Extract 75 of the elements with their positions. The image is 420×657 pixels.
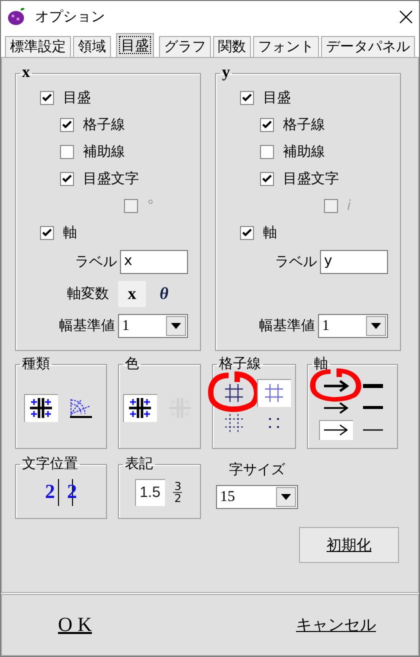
group-title: 格子線 — [218, 357, 262, 371]
line-icon — [362, 428, 382, 430]
tab[interactable]: グラフ — [159, 36, 211, 57]
checkbox[interactable] — [240, 226, 254, 240]
checkbox-label: 目盛文字 — [83, 170, 139, 188]
field-label: 幅基準値 — [59, 317, 115, 335]
check-icon — [262, 120, 272, 129]
checkbox[interactable] — [240, 90, 254, 104]
checkbox-label: ° — [147, 198, 154, 214]
checkbox[interactable] — [40, 226, 54, 240]
field-label: ラベル — [275, 253, 317, 271]
field-label: ラベル — [75, 253, 117, 271]
group-title: 軸 — [313, 357, 329, 371]
cancel-button[interactable]: キャンセル — [296, 614, 376, 636]
dropdown-arrow-icon — [281, 494, 291, 500]
style-option[interactable] — [24, 394, 58, 422]
tab[interactable]: 目盛 — [116, 33, 154, 57]
dropdown-arrow-icon — [171, 323, 181, 329]
field-label: 字サイズ — [229, 461, 285, 479]
checkbox[interactable] — [60, 118, 74, 132]
label-position-option[interactable]: 2 — [43, 479, 59, 506]
field-label: 幅基準値 — [259, 317, 315, 335]
style-option[interactable] — [318, 420, 352, 440]
check-icon — [242, 228, 252, 237]
group-title: 色 — [124, 357, 140, 371]
check-icon — [242, 93, 252, 102]
notation-option[interactable]: 3 2 — [171, 479, 184, 506]
close-icon[interactable] — [399, 10, 413, 24]
dropdown-arrow-icon — [371, 323, 381, 329]
width-select[interactable]: 1 — [318, 314, 388, 338]
checkbox[interactable] — [260, 118, 274, 132]
checkbox[interactable] — [60, 144, 74, 158]
label-field[interactable]: y — [320, 250, 388, 274]
checkbox[interactable] — [40, 90, 54, 104]
group-title: 種類 — [21, 357, 51, 371]
tab[interactable]: フォント — [253, 36, 319, 57]
style-option[interactable] — [122, 394, 156, 422]
variable-option[interactable]: x — [118, 281, 146, 307]
group-title: y — [221, 66, 231, 80]
check-icon — [42, 228, 52, 237]
check-icon — [262, 174, 272, 183]
tab[interactable]: 関数 — [213, 36, 251, 57]
reset-button[interactable]: 初期化 — [299, 527, 399, 563]
field-label: 軸変数 — [67, 285, 109, 303]
label-field[interactable]: x — [120, 250, 188, 274]
notation-option[interactable]: 1.5 — [134, 479, 166, 506]
ok-button[interactable]: O K — [58, 614, 92, 636]
checkbox-label: i — [347, 198, 351, 214]
check-icon — [62, 174, 72, 183]
checkbox-label: 軸 — [263, 224, 277, 242]
checkbox-label: 補助線 — [283, 142, 325, 160]
window-title: オプション — [35, 8, 106, 26]
check-icon — [42, 93, 52, 102]
group-title: 表記 — [124, 457, 154, 471]
font-size-select[interactable]: 15 — [216, 485, 298, 509]
checkbox[interactable] — [60, 172, 74, 186]
checkbox-label: 軸 — [63, 224, 77, 242]
tab[interactable]: 標準設定 — [5, 36, 71, 57]
checkbox-label: 目盛 — [263, 88, 291, 106]
tab[interactable]: 領域 — [73, 36, 111, 57]
width-select[interactable]: 1 — [118, 314, 188, 338]
checkbox-label: 目盛文字 — [283, 170, 339, 188]
line-icon — [362, 406, 382, 409]
group-title: x — [21, 66, 31, 80]
variable-option[interactable]: θ — [150, 281, 178, 307]
checkbox[interactable] — [260, 144, 274, 158]
tab[interactable]: データパネル — [321, 36, 415, 57]
check-icon — [62, 120, 72, 129]
checkbox-label: 格子線 — [83, 116, 125, 134]
checkbox[interactable] — [260, 172, 274, 186]
line-icon — [362, 384, 382, 388]
checkbox-label: 補助線 — [83, 142, 125, 160]
group-title: 文字位置 — [21, 457, 79, 471]
checkbox-label: 目盛 — [63, 88, 91, 106]
checkbox-label: 格子線 — [283, 116, 325, 134]
